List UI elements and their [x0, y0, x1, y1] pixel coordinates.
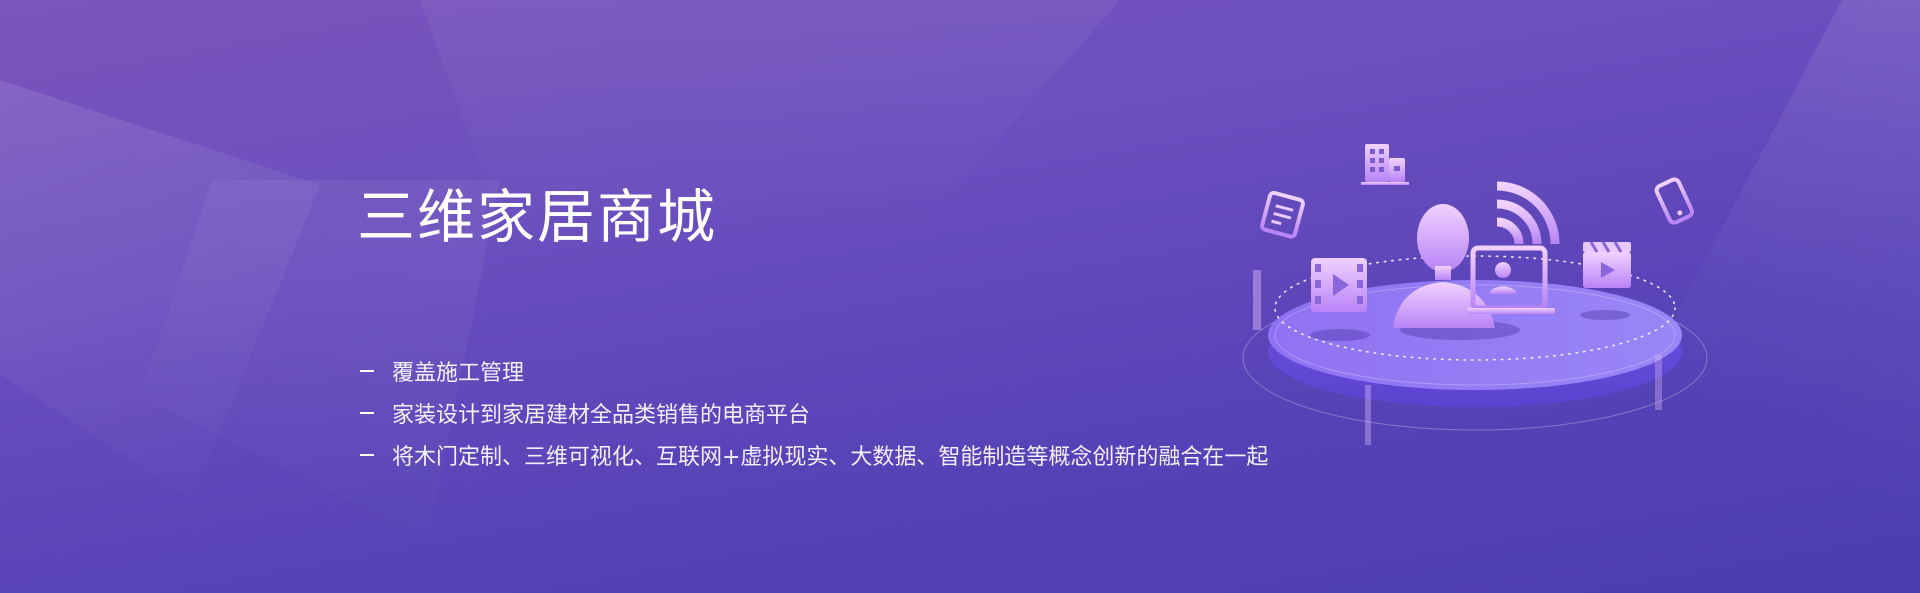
list-item: 将木门定制、三维可视化、互联网+虚拟现实、大数据、智能制造等概念创新的融合在一起: [360, 434, 1268, 476]
dash-bullet-icon: [360, 454, 374, 456]
notepad-icon: [1260, 190, 1305, 239]
hero-illustration: [1235, 130, 1715, 450]
film-play-icon: [1311, 258, 1367, 312]
list-item-text: 覆盖施工管理: [392, 361, 525, 386]
page-title: 三维家居商城: [357, 182, 718, 251]
clapperboard-play-icon: [1583, 241, 1631, 288]
building-icon: [1361, 144, 1409, 185]
background-facet: [0, 80, 320, 500]
list-item-text: 将木门定制、三维可视化、互联网+虚拟现实、大数据、智能制造等概念创新的融合在一起: [392, 445, 1269, 470]
list-item: 家装设计到家居建材全品类销售的电商平台: [360, 392, 1268, 434]
dash-bullet-icon: [360, 412, 374, 414]
list-item-text: 家装设计到家居建材全品类销售的电商平台: [392, 403, 811, 428]
dash-bullet-icon: [360, 370, 374, 372]
phone-icon: [1654, 177, 1695, 225]
list-item: 覆盖施工管理: [360, 350, 1268, 392]
wifi-signal-icon: [1496, 181, 1560, 245]
feature-list: 覆盖施工管理 家装设计到家居建材全品类销售的电商平台 将木门定制、三维可视化、互…: [360, 350, 1268, 476]
